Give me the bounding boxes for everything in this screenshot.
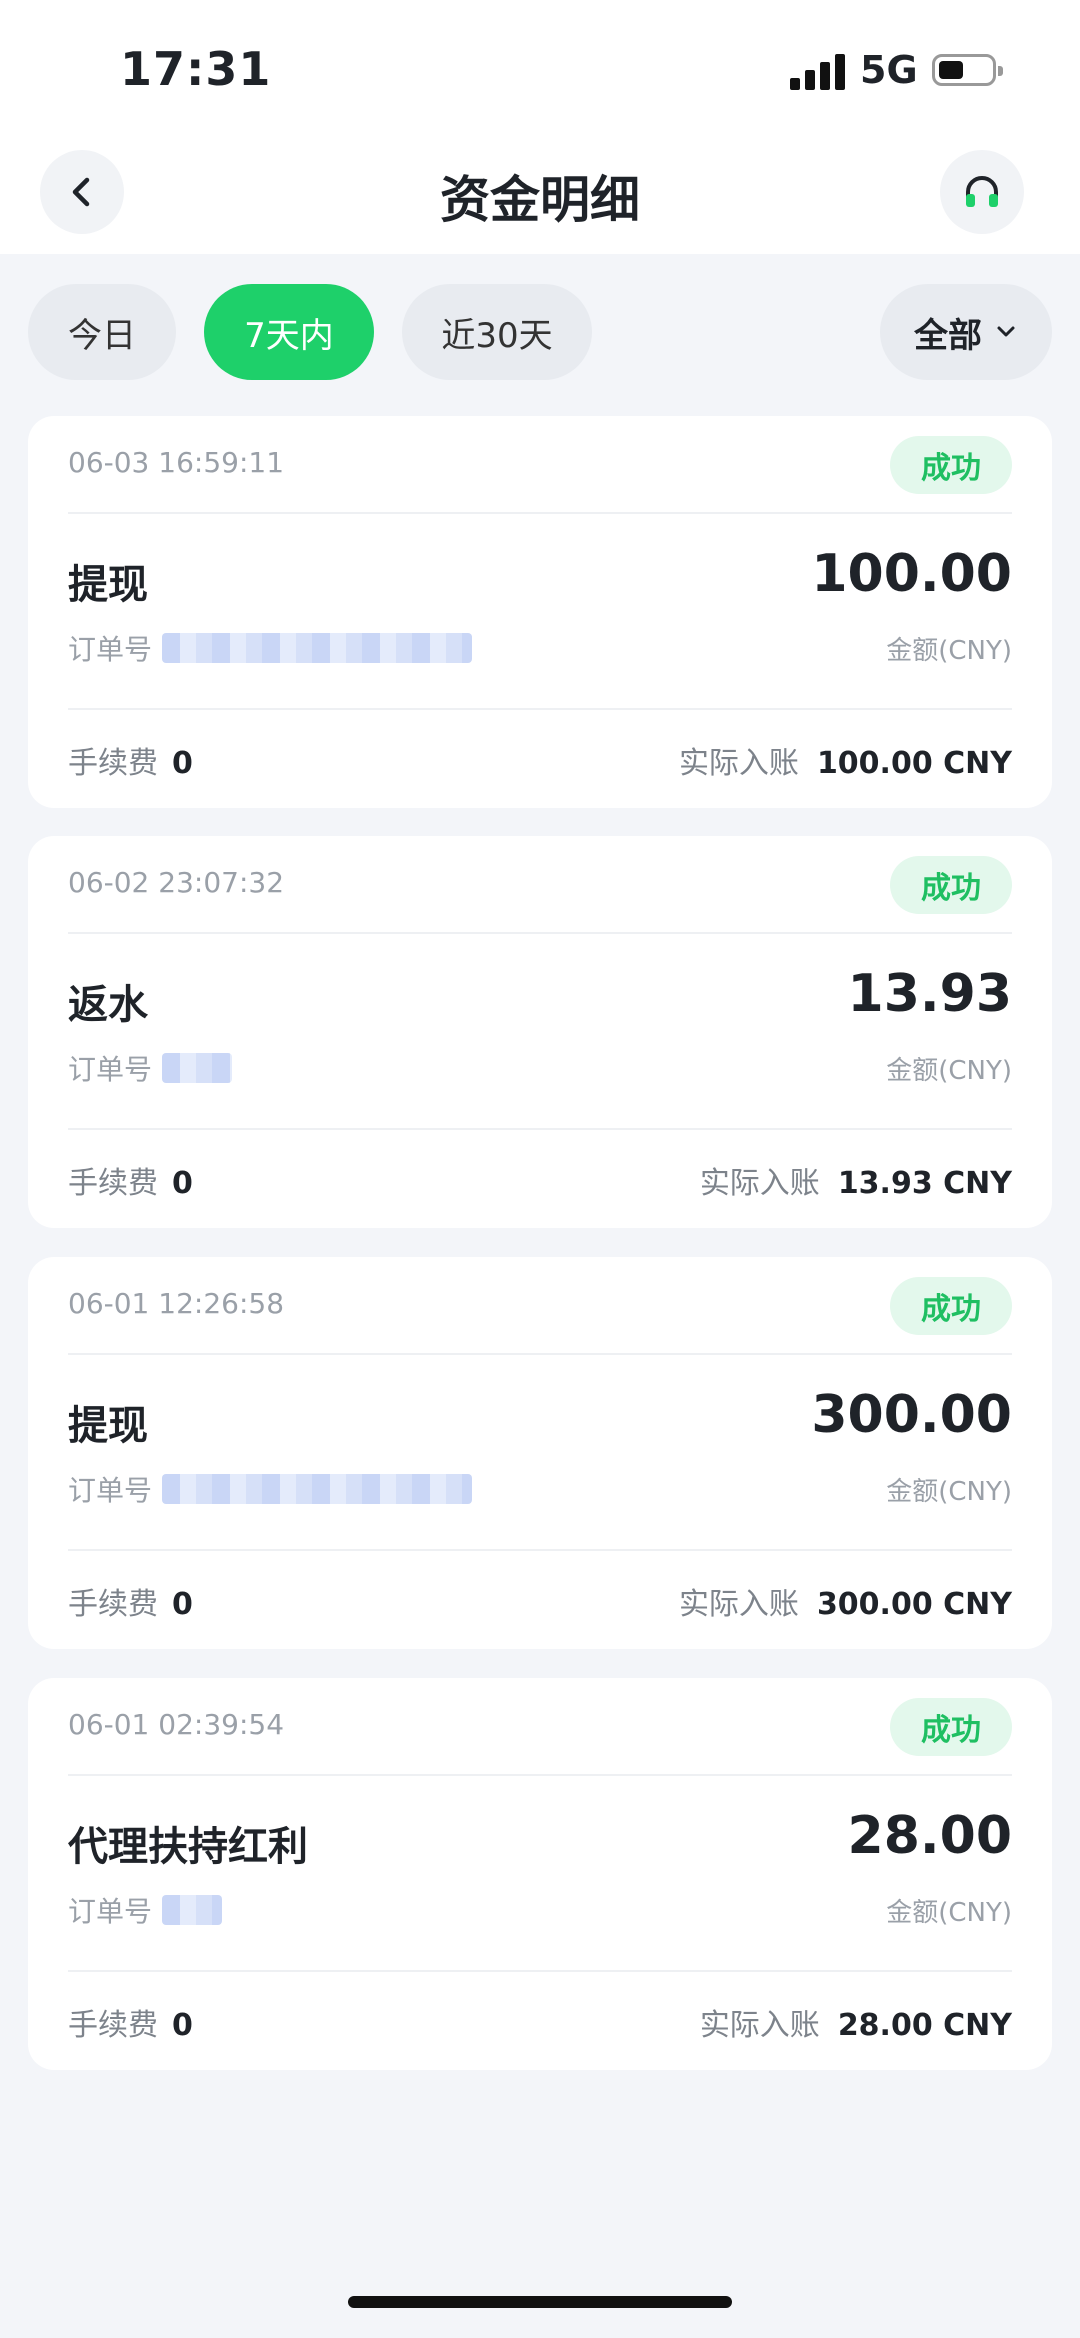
- amount-currency-label: 金额(CNY): [886, 1477, 1012, 1507]
- status-badge: 成功: [890, 856, 1012, 914]
- chevron-down-icon: [994, 312, 1018, 352]
- date-filter-bar: 今日 7天内 近30天 全部: [0, 284, 1080, 380]
- actual-credit-label: 实际入账: [699, 1166, 820, 1201]
- fee-label: 手续费: [68, 1587, 158, 1622]
- page-title: 资金明细: [440, 171, 640, 229]
- status-bar: 17:31 5G: [0, 0, 1080, 130]
- fee-row: 手续费 0: [68, 1158, 193, 1202]
- network-label: 5G: [860, 48, 918, 92]
- transaction-type: 返水: [68, 982, 148, 1028]
- headphones-icon: [966, 176, 998, 207]
- transaction-amount: 100.00: [811, 544, 1012, 604]
- divider: [68, 1549, 1012, 1551]
- status-badge: 成功: [890, 1277, 1012, 1335]
- transaction-date: 06-03 16:59:11: [68, 446, 285, 479]
- actual-credit-value: 300.00 CNY: [816, 1587, 1012, 1622]
- order-number: 订单号: [68, 1048, 233, 1088]
- amount-currency-label: 金额(CNY): [886, 1056, 1012, 1086]
- type-filter-label: 全部: [914, 315, 982, 356]
- divider: [68, 1774, 1012, 1776]
- status-badge: 成功: [890, 1698, 1012, 1756]
- transaction-date: 06-02 23:07:32: [68, 866, 285, 899]
- divider: [68, 932, 1012, 934]
- divider: [68, 1128, 1012, 1130]
- type-filter-dropdown[interactable]: 全部: [880, 284, 1052, 380]
- order-label: 订单号: [68, 633, 153, 666]
- order-number: 订单号: [68, 628, 473, 668]
- order-label: 订单号: [68, 1895, 153, 1928]
- divider: [68, 512, 1012, 514]
- actual-credit-row: 实际入账 28.00 CNY: [700, 2000, 1012, 2044]
- actual-credit-row: 实际入账 300.00 CNY: [679, 1579, 1012, 1623]
- redacted-order-id: [162, 1053, 233, 1083]
- transaction-amount: 28.00: [847, 1806, 1012, 1866]
- transaction-card[interactable]: 06-03 16:59:11 成功 提现 订单号 100.00 金额(CNY) …: [28, 416, 1052, 808]
- transaction-type: 提现: [68, 1403, 148, 1449]
- actual-credit-row: 实际入账 100.00 CNY: [679, 738, 1012, 782]
- order-label: 订单号: [68, 1053, 153, 1086]
- fee-row: 手续费 0: [68, 2000, 193, 2044]
- divider: [68, 708, 1012, 710]
- transaction-type: 提现: [68, 562, 148, 608]
- customer-service-button[interactable]: [940, 150, 1024, 234]
- fee-label: 手续费: [68, 1166, 158, 1201]
- transaction-card[interactable]: 06-02 23:07:32 成功 返水 订单号 13.93 金额(CNY) 手…: [28, 836, 1052, 1228]
- filter-30-days[interactable]: 近30天: [402, 284, 592, 380]
- order-label: 订单号: [68, 1474, 153, 1507]
- signal-icon: [790, 54, 846, 90]
- home-indicator[interactable]: [348, 2296, 732, 2308]
- status-badge: 成功: [890, 436, 1012, 494]
- transaction-amount: 13.93: [847, 964, 1012, 1024]
- transaction-date: 06-01 02:39:54: [68, 1708, 285, 1741]
- amount-currency-label: 金额(CNY): [886, 636, 1012, 666]
- actual-credit-label: 实际入账: [678, 746, 799, 781]
- transaction-card[interactable]: 06-01 12:26:58 成功 提现 订单号 300.00 金额(CNY) …: [28, 1257, 1052, 1649]
- actual-credit-value: 100.00 CNY: [816, 746, 1012, 781]
- actual-credit-label: 实际入账: [699, 2008, 820, 2043]
- filter-7-days[interactable]: 7天内: [204, 284, 374, 380]
- redacted-order-id: [162, 1895, 223, 1925]
- transaction-type: 代理扶持红利: [68, 1824, 308, 1870]
- fee-label: 手续费: [68, 2008, 158, 2043]
- actual-credit-row: 实际入账 13.93 CNY: [700, 1158, 1012, 1202]
- fee-row: 手续费 0: [68, 1579, 193, 1623]
- transaction-card[interactable]: 06-01 02:39:54 成功 代理扶持红利 订单号 28.00 金额(CN…: [28, 1678, 1052, 2070]
- divider: [68, 1353, 1012, 1355]
- actual-credit-label: 实际入账: [678, 1587, 799, 1622]
- fee-value: 0: [172, 746, 193, 781]
- fee-label: 手续费: [68, 746, 158, 781]
- order-number: 订单号: [68, 1890, 223, 1930]
- actual-credit-value: 13.93 CNY: [837, 1166, 1012, 1201]
- actual-credit-value: 28.00 CNY: [837, 2008, 1012, 2043]
- battery-icon: [932, 54, 1003, 86]
- nav-bar: 资金明细: [0, 130, 1080, 254]
- divider: [68, 1970, 1012, 1972]
- status-time: 17:31: [120, 42, 272, 96]
- amount-currency-label: 金额(CNY): [886, 1898, 1012, 1928]
- order-number: 订单号: [68, 1469, 473, 1509]
- fee-row: 手续费 0: [68, 738, 193, 782]
- redacted-order-id: [162, 1474, 473, 1504]
- redacted-order-id: [162, 633, 473, 663]
- transaction-amount: 300.00: [811, 1385, 1012, 1445]
- fee-value: 0: [172, 1166, 193, 1201]
- transaction-date: 06-01 12:26:58: [68, 1287, 285, 1320]
- filter-today[interactable]: 今日: [28, 284, 176, 380]
- fee-value: 0: [172, 2008, 193, 2043]
- fee-value: 0: [172, 1587, 193, 1622]
